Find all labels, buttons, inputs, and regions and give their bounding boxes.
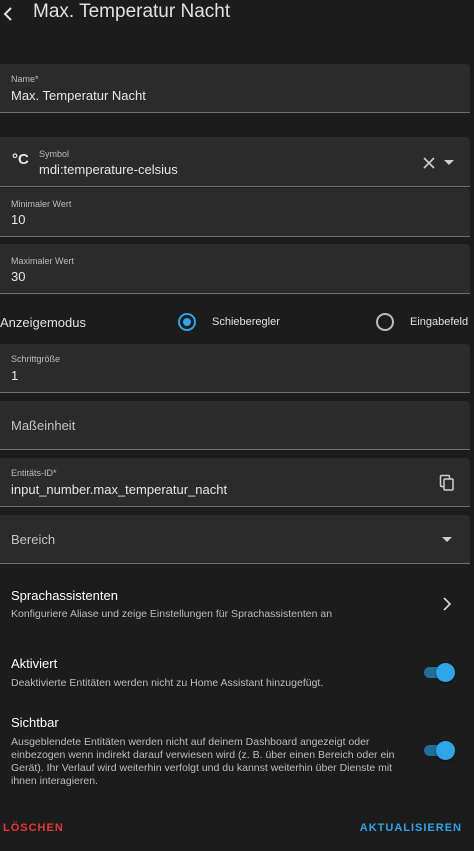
min-value-field[interactable]: Minimaler Wert 10	[0, 188, 470, 237]
entity-id-value: input_number.max_temperatur_nacht	[11, 482, 228, 497]
step-label: Schrittgröße	[11, 354, 61, 364]
name-field-value: Max. Temperatur Nacht	[11, 88, 146, 103]
max-value-field[interactable]: Maximaler Wert 30	[0, 244, 470, 294]
enabled-toggle[interactable]	[422, 662, 456, 682]
close-icon[interactable]	[422, 156, 436, 170]
menu-down-icon	[442, 537, 452, 542]
content-copy-icon[interactable]	[439, 474, 455, 492]
back-button[interactable]	[0, 3, 18, 25]
min-value-input: 10	[11, 212, 26, 227]
symbol-field-label: Symbol	[39, 149, 70, 159]
temperature-celsius-icon: °C	[12, 151, 29, 168]
name-field[interactable]: Name* Max. Temperatur Nacht	[0, 64, 470, 113]
enabled-description: Deaktivierte Entitäten werden nicht zu H…	[11, 677, 324, 689]
visible-toggle[interactable]	[422, 740, 456, 760]
delete-button[interactable]: LÖSCHEN	[3, 822, 64, 834]
symbol-field-value: mdi:temperature-celsius	[39, 162, 178, 177]
step-field[interactable]: Schrittgröße 1	[0, 344, 470, 393]
chevron-left-icon	[3, 7, 12, 21]
display-mode-label: Anzeigemodus	[0, 315, 86, 330]
visible-title: Sichtbar	[11, 715, 59, 730]
entity-id-label: Entitäts-ID*	[11, 468, 57, 478]
radio-input-field-label[interactable]: Eingabefeld	[410, 316, 468, 328]
entity-id-field[interactable]: Entitäts-ID* input_number.max_temperatur…	[0, 458, 470, 507]
enabled-title: Aktiviert	[11, 656, 58, 671]
max-value-label: Maximaler Wert	[11, 256, 74, 266]
update-button[interactable]: AKTUALISIEREN	[360, 822, 462, 834]
chevron-right-icon	[443, 597, 452, 611]
dialog-header: Max. Temperatur Nacht	[0, 0, 474, 30]
step-input: 1	[11, 368, 19, 383]
visible-toggle-thumb	[436, 741, 455, 760]
radio-slider-label[interactable]: Schieberegler	[212, 316, 280, 328]
display-mode-group: Anzeigemodus Schieberegler Eingabefeld	[0, 304, 474, 340]
area-placeholder: Bereich	[11, 532, 56, 547]
radio-slider[interactable]	[178, 313, 196, 331]
radio-input-field[interactable]	[376, 313, 394, 331]
unit-placeholder: Maßeinheit	[11, 418, 76, 433]
voice-assistants-title: Sprachassistenten	[11, 588, 118, 603]
max-value-input: 30	[11, 269, 26, 284]
voice-assistants-description: Konfiguriere Aliase und zeige Einstellun…	[11, 608, 333, 620]
min-value-label: Minimaler Wert	[11, 199, 72, 209]
area-select[interactable]: Bereich	[0, 515, 470, 564]
menu-down-icon[interactable]	[443, 159, 455, 167]
voice-assistants-row[interactable]: Sprachassistenten Konfiguriere Aliase un…	[0, 580, 474, 630]
visible-description: Ausgeblendete Entitäten werden nicht auf…	[11, 736, 395, 787]
entity-settings-dialog: Max. Temperatur Nacht Name* Max. Tempera…	[0, 0, 474, 851]
unit-field[interactable]: Maßeinheit	[0, 401, 470, 450]
name-field-label: Name*	[11, 74, 39, 84]
enabled-toggle-thumb	[436, 663, 455, 682]
page-title: Max. Temperatur Nacht	[33, 1, 231, 22]
symbol-field[interactable]: °C Symbol mdi:temperature-celsius	[0, 137, 470, 187]
